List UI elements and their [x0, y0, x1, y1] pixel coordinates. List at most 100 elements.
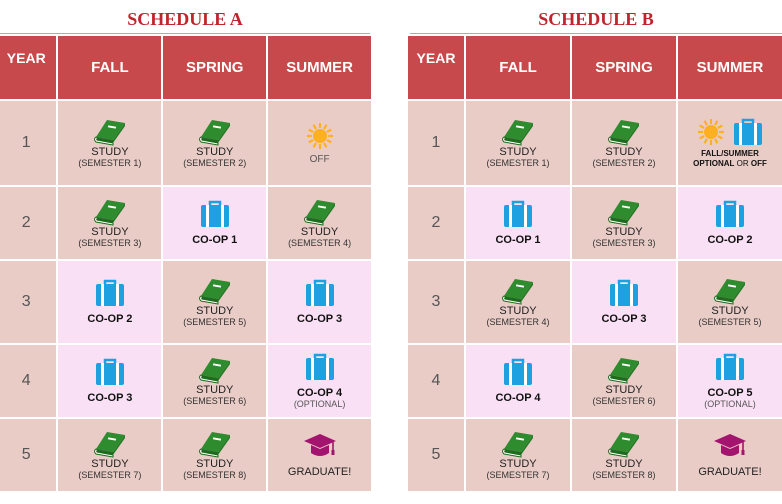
spring-cell: STUDY (SEMESTER 6) [163, 345, 267, 417]
off-label: OFF [309, 153, 330, 165]
header-spring: SPRING [572, 36, 676, 99]
summer-cell: GRADUATE! [678, 419, 782, 491]
study-label: STUDY [499, 304, 537, 317]
choice-or: OR [734, 158, 751, 168]
spring-cell: STUDY (SEMESTER 6) [572, 345, 676, 417]
coop-label: CO-OP 5 [707, 387, 753, 399]
briefcase-icon [200, 200, 229, 227]
schedule-b-table: YEAR FALL SPRING SUMMER 1 STUDY (SEMESTER … [406, 34, 782, 493]
fall-cell: CO-OP 1 [466, 187, 570, 259]
coop-label: CO-OP 3 [297, 313, 343, 325]
study-label: STUDY [196, 145, 234, 158]
study-label: STUDY [605, 145, 643, 158]
fall-cell: STUDY (SEMESTER 3) [58, 187, 162, 259]
study-label: STUDY [91, 457, 129, 470]
year-cell: 2 [0, 187, 57, 259]
book-icon [198, 278, 230, 305]
study-label: STUDY [91, 225, 129, 238]
briefcase-icon [95, 358, 124, 385]
spring-cell: CO-OP 3 [572, 261, 676, 343]
book-icon [93, 119, 125, 146]
briefcase-icon [504, 358, 532, 385]
book-icon [502, 431, 533, 458]
book-icon [93, 431, 125, 458]
choice-line1: FALL/SUMMER [701, 148, 759, 158]
graduate-label: GRADUATE! [698, 466, 762, 478]
year-cell: 4 [0, 345, 57, 417]
graduation-cap-icon [303, 434, 336, 456]
coop-label: CO-OP 3 [601, 313, 647, 325]
book-icon [608, 199, 639, 226]
fall-cell: STUDY (SEMESTER 7) [466, 419, 570, 491]
coop-label: CO-OP 3 [87, 392, 133, 404]
spring-cell: STUDY (SEMESTER 2) [572, 101, 676, 185]
header-row: YEAR FALL SPRING SUMMER [408, 36, 782, 99]
choice-optional: OPTIONAL [693, 158, 735, 168]
book-icon [502, 278, 533, 305]
schedule-row: 4 CO-OP 3 STUDY (SEMESTER 6) CO-OP 4 (OPTIONA… [0, 345, 371, 417]
semester-label: (SEMESTER 1) [486, 157, 550, 168]
choice-off: OFF [750, 158, 767, 168]
book-icon [198, 119, 230, 146]
book-icon [608, 431, 639, 458]
briefcase-icon [305, 279, 334, 306]
schedule-row: 3 CO-OP 2 STUDY (SEMESTER 5) CO-OP 3 [0, 261, 371, 343]
semester-label: (SEMESTER 3) [78, 237, 142, 248]
coop-label: CO-OP 4 [297, 387, 343, 399]
optional-label: (OPTIONAL) [293, 399, 346, 409]
summer-cell: CO-OP 2 [678, 187, 782, 259]
schedule-row: 2 STUDY (SEMESTER 3) CO-OP 1 STUDY (SEMESTER … [0, 187, 371, 259]
summer-cell: OFF [268, 101, 371, 185]
header-fall: FALL [466, 36, 570, 99]
semester-label: (SEMESTER 2) [592, 157, 656, 168]
coop-label: CO-OP 2 [87, 313, 133, 325]
header-year: YEAR [0, 36, 57, 99]
book-icon [93, 199, 125, 226]
study-label: STUDY [499, 457, 537, 470]
study-label: STUDY [196, 457, 234, 470]
summer-cell: CO-OP 5 (OPTIONAL) [678, 345, 782, 417]
spring-cell: CO-OP 1 [163, 187, 267, 259]
book-icon [608, 119, 639, 146]
header-fall: FALL [58, 36, 162, 99]
semester-label: (SEMESTER 8) [183, 469, 247, 480]
year-cell: 3 [0, 261, 57, 343]
schedule-a-table: YEAR FALL SPRING SUMMER 1 STUDY (SEMESTER … [0, 34, 373, 493]
study-label: STUDY [605, 457, 643, 470]
schedule-row: 2 CO-OP 1 STUDY (SEMESTER 3) CO-OP 2 [408, 187, 782, 259]
sun-icon [698, 118, 724, 145]
spring-cell: STUDY (SEMESTER 8) [163, 419, 267, 491]
study-label: STUDY [605, 383, 643, 396]
book-icon [303, 199, 335, 226]
summer-cell: FALL/SUMMER OPTIONAL OR OFF [678, 101, 782, 185]
semester-label: (SEMESTER 7) [486, 469, 550, 480]
study-label: STUDY [196, 304, 234, 317]
graduation-cap-icon [714, 434, 746, 456]
schedule-row: 5 STUDY (SEMESTER 7) STUDY (SEMESTER 8) GRADU… [408, 419, 782, 491]
semester-label: (SEMESTER 2) [183, 157, 247, 168]
header-summer: SUMMER [268, 36, 371, 99]
summer-cell: STUDY (SEMESTER 4) [268, 187, 371, 259]
book-icon [502, 119, 533, 146]
schedule-row: 1 STUDY (SEMESTER 1) STUDY (SEMESTER 2) FALL/… [408, 101, 782, 185]
optional-label: (OPTIONAL) [704, 399, 756, 409]
year-cell: 5 [408, 419, 464, 491]
semester-label: (SEMESTER 4) [486, 316, 550, 327]
schedule-row: 3 STUDY (SEMESTER 4) CO-OP 3 STUDY (SEMESTER … [408, 261, 782, 343]
briefcase-icon [734, 118, 762, 145]
briefcase-icon [305, 353, 334, 380]
semester-label: (SEMESTER 6) [592, 395, 656, 406]
year-cell: 4 [408, 345, 464, 417]
coop-label: CO-OP 1 [495, 234, 541, 246]
header-spring: SPRING [163, 36, 267, 99]
header-summer: SUMMER [678, 36, 782, 99]
sun-icon [306, 122, 333, 149]
semester-label: (SEMESTER 4) [288, 237, 352, 248]
schedule-b-title: SCHEDULE B [538, 9, 654, 29]
summer-cell: STUDY (SEMESTER 5) [678, 261, 782, 343]
year-cell: 3 [408, 261, 464, 343]
book-icon [608, 357, 639, 384]
year-cell: 1 [408, 101, 464, 185]
briefcase-icon [716, 200, 744, 227]
fall-cell: STUDY (SEMESTER 1) [58, 101, 162, 185]
